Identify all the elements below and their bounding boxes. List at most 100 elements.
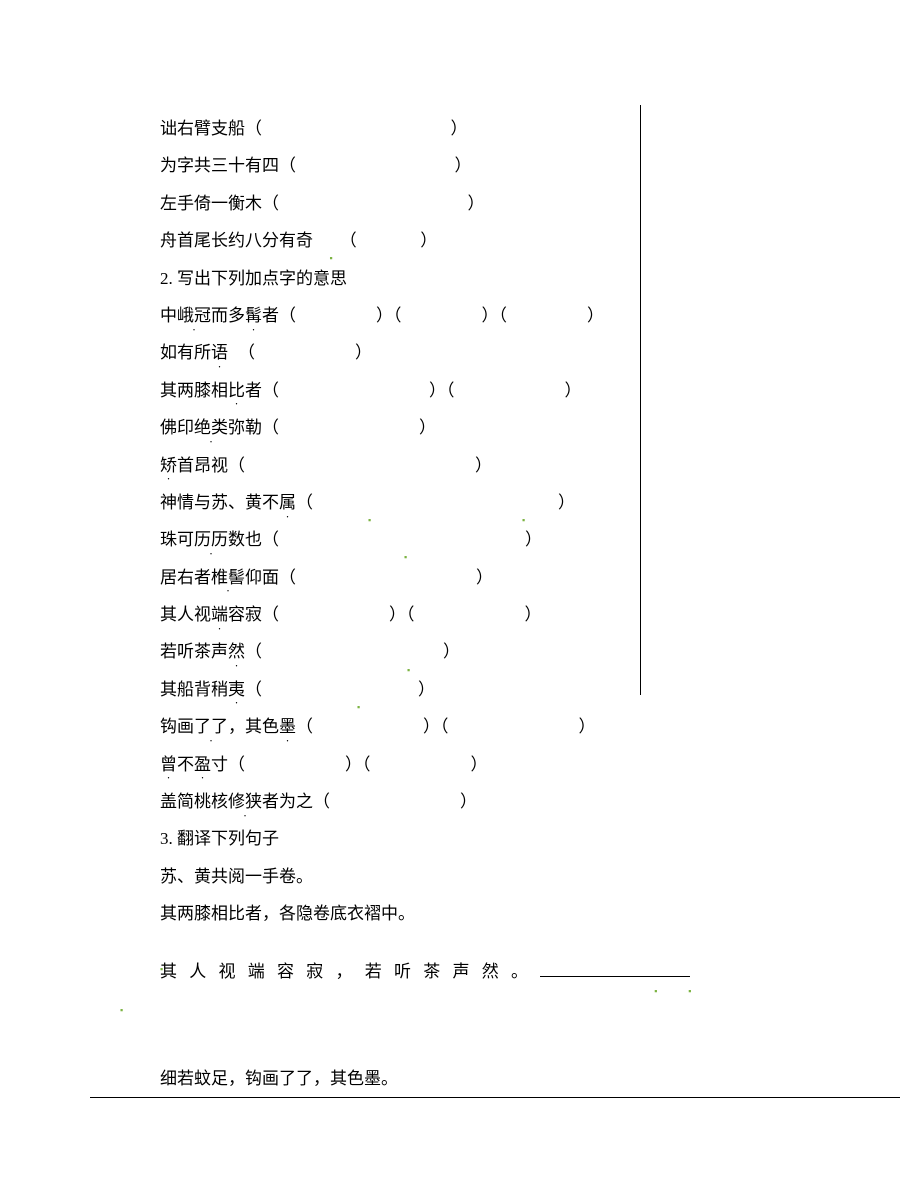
answer-blank xyxy=(540,959,690,977)
text: 诎右臂支船（ xyxy=(160,119,262,138)
text: ）（ xyxy=(345,755,371,774)
green-marker-icon xyxy=(522,501,528,507)
vertical-divider xyxy=(640,105,641,695)
text-line: 若听茶声然（ ） xyxy=(160,633,640,670)
green-marker-icon xyxy=(330,239,336,245)
text: 其两膝相比者，各隐卷底衣褶中。 xyxy=(160,904,415,923)
text: 中 xyxy=(160,306,177,325)
text-line: 为字共三十有四（ ） xyxy=(160,147,640,184)
text-dotted: 比 xyxy=(228,381,245,400)
text-line: 中峨冠而多髯者（）（）（） xyxy=(160,297,640,334)
text-line: 盖简桃核修狭者为之（） xyxy=(160,783,640,820)
text: ，其色 xyxy=(228,717,279,736)
text-dotted: 绝类 xyxy=(194,418,228,437)
text: ） xyxy=(579,717,596,736)
text: 其船背稍 xyxy=(160,680,228,699)
text-line: 其两膝相比者（ ）（ ） xyxy=(160,372,640,409)
spacer-line xyxy=(160,933,640,953)
green-marker-icon xyxy=(404,538,410,544)
text: （ xyxy=(245,680,262,699)
text: 而多 xyxy=(211,306,245,325)
text: ）（ xyxy=(376,306,402,325)
text-line: 如有所语 （ ） xyxy=(160,334,640,371)
text: 者（ xyxy=(262,306,296,325)
horizontal-rule xyxy=(90,1097,900,1098)
text: 佛印 xyxy=(160,418,194,437)
text: ）（ xyxy=(429,381,455,400)
text-dotted: 峨冠 xyxy=(177,306,211,325)
text: ） xyxy=(451,119,468,138)
text-line: 其人视端容寂（）（） xyxy=(160,596,640,633)
text: ） xyxy=(525,605,542,624)
text: 居右者 xyxy=(160,568,211,587)
green-marker-icon xyxy=(368,501,374,507)
text-dotted: 曾 xyxy=(160,755,177,774)
text-line: 舟首尾长约八分有奇 （ ） xyxy=(160,222,640,259)
text: ） xyxy=(443,642,460,661)
text-line: 其 人 视 端 容 寂 ， 若 听 茶 声 然 。 xyxy=(160,953,640,990)
text-line: 矫首昂视（） xyxy=(160,447,640,484)
text: （ xyxy=(245,642,262,661)
text: ） xyxy=(418,680,435,699)
text: ）（ xyxy=(482,306,508,325)
text-dotted: 盈 xyxy=(194,755,211,774)
text: ） xyxy=(468,194,485,213)
text: 数也（ xyxy=(228,530,279,549)
text: 珠可 xyxy=(160,530,194,549)
text: 弥勒（ xyxy=(228,418,279,437)
text-line: 居右者椎髻仰面（） xyxy=(160,559,640,596)
green-marker-icon xyxy=(357,688,363,694)
text: （ xyxy=(238,343,255,362)
text-dotted: 修狭 xyxy=(228,792,262,811)
text-line: 其船背稍夷（ ） xyxy=(160,671,640,708)
text-dotted: 语 xyxy=(211,343,228,362)
text: ） xyxy=(476,568,493,587)
text-dotted: 属 xyxy=(279,493,296,512)
text-line: 细若蚊足，钩画了了，其色墨。 xyxy=(160,1060,640,1097)
text-line: 珠可历历数也（） xyxy=(160,521,640,558)
text: 细若蚊足，钩画了了，其色墨。 xyxy=(160,1069,398,1088)
text: ） xyxy=(565,381,582,400)
text: 3. 翻译下列句子 xyxy=(160,829,279,848)
text: 首昂视（ xyxy=(177,456,245,475)
text-line: 佛印绝类弥勒（） xyxy=(160,409,640,446)
text: 盖简桃核 xyxy=(160,792,228,811)
green-marker-icon xyxy=(654,972,660,978)
text: 舟首尾长约八分有奇 xyxy=(160,231,313,250)
text: 钩画 xyxy=(160,717,194,736)
text: ） xyxy=(475,456,492,475)
text-dotted: 端 xyxy=(211,605,228,624)
text: ） xyxy=(355,343,372,362)
text: （ xyxy=(296,493,313,512)
text: ） xyxy=(420,231,437,250)
text: 左手倚一衡木（ xyxy=(160,194,279,213)
text: ）（ xyxy=(389,605,415,624)
text: ） xyxy=(558,493,575,512)
document-body: 诎右臂支船（ ） 为字共三十有四（ ） 左手倚一衡木（ ） 舟首尾长约八分有奇 … xyxy=(160,110,640,1097)
text: ） xyxy=(460,792,477,811)
text: ） xyxy=(455,156,472,175)
text: 者（ xyxy=(245,381,279,400)
text-dotted: 然 xyxy=(228,642,245,661)
text-line: 苏、黄共阅一手卷。 xyxy=(160,858,640,895)
green-marker-icon xyxy=(407,651,413,657)
spacer-line xyxy=(160,990,640,1060)
text: 如有所 xyxy=(160,343,211,362)
text-line: 钩画了了，其色墨（）（） xyxy=(160,708,640,745)
text: 若听茶声 xyxy=(160,642,228,661)
page-container: 诎右臂支船（ ） 为字共三十有四（ ） 左手倚一衡木（ ） 舟首尾长约八分有奇 … xyxy=(0,0,920,1193)
text: （ xyxy=(340,231,357,250)
text-line: 曾不盈寸（）（） xyxy=(160,746,640,783)
text: ） xyxy=(471,755,488,774)
text: 2. 写出下列加点字的意思 xyxy=(160,269,347,288)
text-line: 左手倚一衡木（ ） xyxy=(160,185,640,222)
text-dotted: 了了 xyxy=(194,717,228,736)
text: 其两膝相 xyxy=(160,381,228,400)
text: 容寂（ xyxy=(228,605,279,624)
text-dotted: 夷 xyxy=(228,680,245,699)
text: 苏、黄共阅一手卷。 xyxy=(160,867,313,886)
text: 为字共三十有四（ xyxy=(160,156,296,175)
text-line: 其两膝相比者，各隐卷底衣褶中。 xyxy=(160,895,640,932)
text: 其 人 视 端 容 寂 ， 若 听 茶 声 然 。 xyxy=(160,962,532,981)
question-heading: 3. 翻译下列句子 xyxy=(160,820,640,857)
